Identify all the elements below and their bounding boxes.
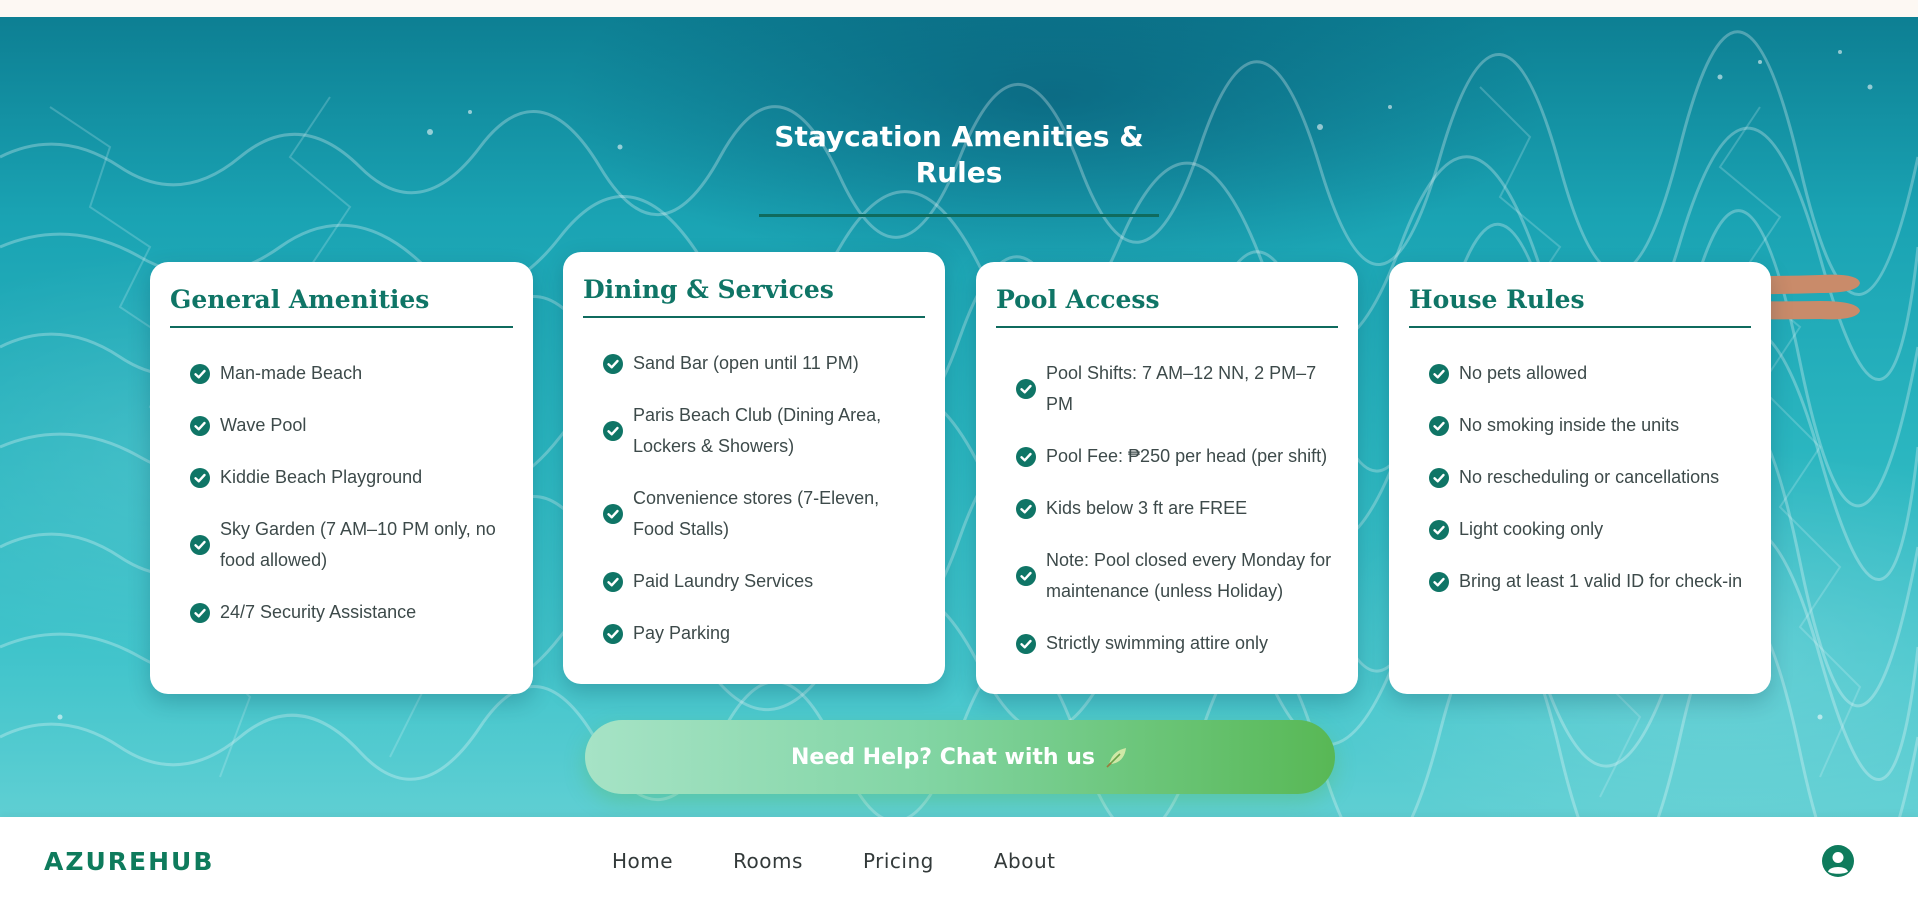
card-pool-access: Pool Access Pool Shifts: 7 AM–12 NN, 2 P…	[976, 262, 1358, 694]
check-circle-icon	[1016, 566, 1036, 586]
list-item: Paid Laundry Services	[603, 566, 925, 597]
list-item: Bring at least 1 valid ID for check-in	[1429, 566, 1751, 597]
check-circle-icon	[603, 571, 623, 592]
check-circle-icon	[1429, 571, 1449, 592]
list-item: Paris Beach Club (Dining Area, Lockers &…	[603, 400, 925, 462]
hero-background: Staycation Amenities & Rules General Ame…	[0, 17, 1918, 817]
card-title: House Rules	[1409, 284, 1751, 328]
nav-link-pricing[interactable]: Pricing	[863, 849, 934, 873]
section-title: Staycation Amenities & Rules	[774, 120, 1144, 189]
bottom-navbar: AZUREHUB Home Rooms Pricing About	[0, 817, 1918, 901]
check-circle-icon	[1429, 363, 1449, 384]
check-circle-icon	[603, 353, 623, 374]
list-item: Strictly swimming attire only	[1016, 628, 1338, 659]
check-circle-icon	[190, 467, 210, 488]
list-item: Note: Pool closed every Monday for maint…	[1016, 545, 1338, 607]
list-item: Kids below 3 ft are FREE	[1016, 493, 1338, 524]
list-item: No smoking inside the units	[1429, 410, 1751, 441]
nav-links: Home Rooms Pricing About	[612, 849, 1116, 873]
nav-link-rooms[interactable]: Rooms	[733, 849, 803, 873]
chat-help-label: Need Help? Chat with us	[791, 744, 1095, 770]
card-dining-services: Dining & Services Sand Bar (open until 1…	[563, 252, 945, 684]
list-item: Pool Fee: ₱250 per head (per shift)	[1016, 441, 1338, 472]
list-item: No pets allowed	[1429, 358, 1751, 389]
card-list: Man-made Beach Wave Pool Kiddie Beach Pl…	[170, 358, 513, 628]
check-circle-icon	[190, 535, 210, 555]
list-item: Light cooking only	[1429, 514, 1751, 545]
card-list: No pets allowed No smoking inside the un…	[1409, 358, 1751, 597]
card-list: Pool Shifts: 7 AM–12 NN, 2 PM–7 PM Pool …	[996, 358, 1338, 659]
check-circle-icon	[603, 504, 623, 524]
list-item: 24/7 Security Assistance	[190, 597, 513, 628]
user-circle-icon[interactable]	[1822, 845, 1854, 877]
card-house-rules: House Rules No pets allowed No smoking i…	[1389, 262, 1771, 694]
check-circle-icon	[1429, 467, 1449, 488]
check-circle-icon	[1016, 446, 1036, 467]
check-circle-icon	[190, 415, 210, 436]
list-item: Kiddie Beach Playground	[190, 462, 513, 493]
check-circle-icon	[1429, 415, 1449, 436]
check-circle-icon	[190, 602, 210, 623]
check-circle-icon	[1016, 633, 1036, 654]
list-item: Sand Bar (open until 11 PM)	[603, 348, 925, 379]
check-circle-icon	[603, 623, 623, 644]
card-title: Pool Access	[996, 284, 1338, 328]
nav-link-home[interactable]: Home	[612, 849, 673, 873]
check-circle-icon	[1429, 519, 1449, 540]
chat-help-button[interactable]: Need Help? Chat with us	[585, 720, 1335, 794]
check-circle-icon	[1016, 498, 1036, 519]
list-item: Sky Garden (7 AM–10 PM only, no food all…	[190, 514, 513, 576]
top-strip	[0, 0, 1918, 17]
check-circle-icon	[190, 363, 210, 384]
list-item: Pool Shifts: 7 AM–12 NN, 2 PM–7 PM	[1016, 358, 1338, 420]
card-list: Sand Bar (open until 11 PM) Paris Beach …	[583, 348, 925, 649]
check-circle-icon	[1016, 379, 1036, 399]
list-item: Man-made Beach	[190, 358, 513, 389]
nav-link-about[interactable]: About	[994, 849, 1056, 873]
card-title: General Amenities	[170, 284, 513, 328]
card-general-amenities: General Amenities Man-made Beach Wave Po…	[150, 262, 533, 694]
title-underline	[759, 214, 1159, 217]
list-item: Wave Pool	[190, 410, 513, 441]
card-title: Dining & Services	[583, 274, 925, 318]
list-item: No rescheduling or cancellations	[1429, 462, 1751, 493]
list-item: Pay Parking	[603, 618, 925, 649]
list-item: Convenience stores (7-Eleven, Food Stall…	[603, 483, 925, 545]
leaf-icon	[1106, 748, 1126, 768]
check-circle-icon	[603, 421, 623, 441]
brand-logo[interactable]: AZUREHUB	[44, 847, 214, 876]
